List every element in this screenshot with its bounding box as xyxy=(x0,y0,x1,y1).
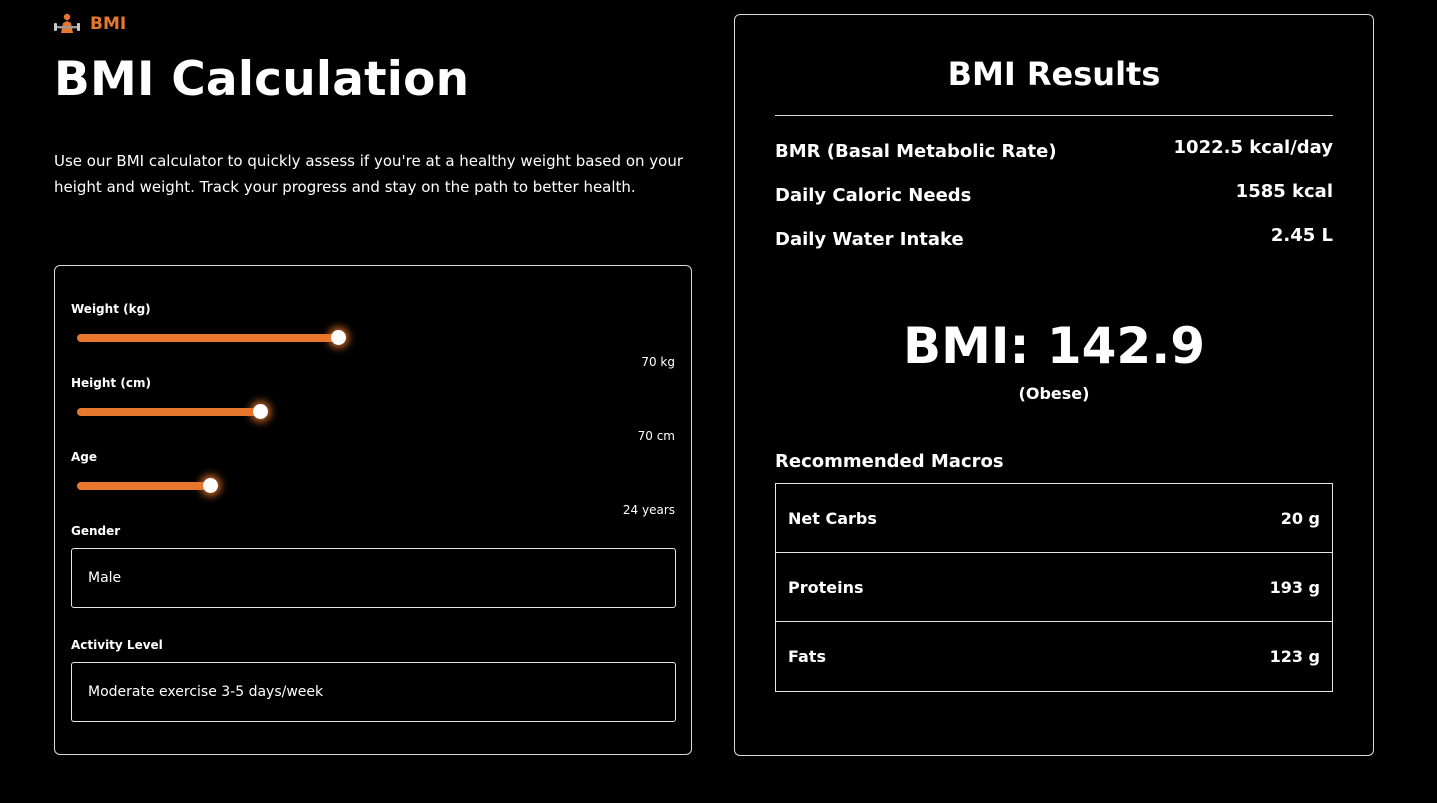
water-intake-label: Daily Water Intake xyxy=(775,229,964,250)
activity-select[interactable]: Moderate exercise 3-5 days/week xyxy=(71,662,676,722)
macro-label: Net Carbs xyxy=(788,508,877,528)
page-title: BMI Calculation xyxy=(54,52,470,107)
macros-title: Recommended Macros xyxy=(775,451,1004,472)
gender-select[interactable]: Male xyxy=(71,548,676,608)
age-slider-thumb[interactable] xyxy=(203,478,218,493)
age-label: Age xyxy=(71,450,98,464)
results-title: BMI Results xyxy=(947,55,1161,93)
weightlifter-icon xyxy=(54,13,80,33)
age-value: 24 years xyxy=(622,503,675,517)
gender-select-value: Male xyxy=(88,570,122,586)
weight-label: Weight (kg) xyxy=(71,302,151,316)
bmr-value: 1022.5 kcal/day xyxy=(1173,137,1333,158)
brand-logo[interactable]: BMI xyxy=(54,12,126,36)
caloric-needs-label: Daily Caloric Needs xyxy=(775,185,972,206)
macro-row-proteins: Proteins 193 g xyxy=(776,553,1332,622)
gender-label: Gender xyxy=(71,524,121,538)
height-slider-track[interactable] xyxy=(77,408,261,416)
page-intro: Use our BMI calculator to quickly assess… xyxy=(54,152,683,196)
weight-value: 70 kg xyxy=(641,355,675,369)
brand-name: BMI xyxy=(90,14,127,34)
weight-slider-track[interactable] xyxy=(77,334,339,342)
bmi-results-card: BMI Results BMR (Basal Metabolic Rate) 1… xyxy=(734,14,1374,756)
height-label: Height (cm) xyxy=(71,376,151,390)
activity-label: Activity Level xyxy=(71,638,163,652)
macro-row-net-carbs: Net Carbs 20 g xyxy=(776,484,1332,553)
water-intake-value: 2.45 L xyxy=(1270,225,1333,246)
age-slider-track[interactable] xyxy=(77,482,211,490)
macro-row-fats: Fats 123 g xyxy=(776,622,1332,691)
bmi-form-card: Weight (kg) 70 kg Height (cm) 70 cm Age … xyxy=(54,265,692,755)
results-divider xyxy=(775,115,1333,116)
macro-value: 20 g xyxy=(1280,508,1320,528)
bmi-category: (Obese) xyxy=(1018,384,1090,403)
macro-value: 123 g xyxy=(1269,647,1320,666)
macros-table: Net Carbs 20 g Proteins 193 g Fats 123 g xyxy=(775,483,1333,692)
weight-slider-thumb[interactable] xyxy=(331,330,346,345)
height-value: 70 cm xyxy=(637,429,675,443)
height-slider-thumb[interactable] xyxy=(253,404,268,419)
activity-select-value: Moderate exercise 3-5 days/week xyxy=(88,684,324,700)
caloric-needs-value: 1585 kcal xyxy=(1235,181,1333,202)
macro-label: Fats xyxy=(788,647,826,666)
bmi-value: BMI: 142.9 xyxy=(902,317,1206,375)
macro-label: Proteins xyxy=(788,577,864,597)
bmr-label: BMR (Basal Metabolic Rate) xyxy=(775,141,1057,162)
macro-value: 193 g xyxy=(1269,577,1320,597)
